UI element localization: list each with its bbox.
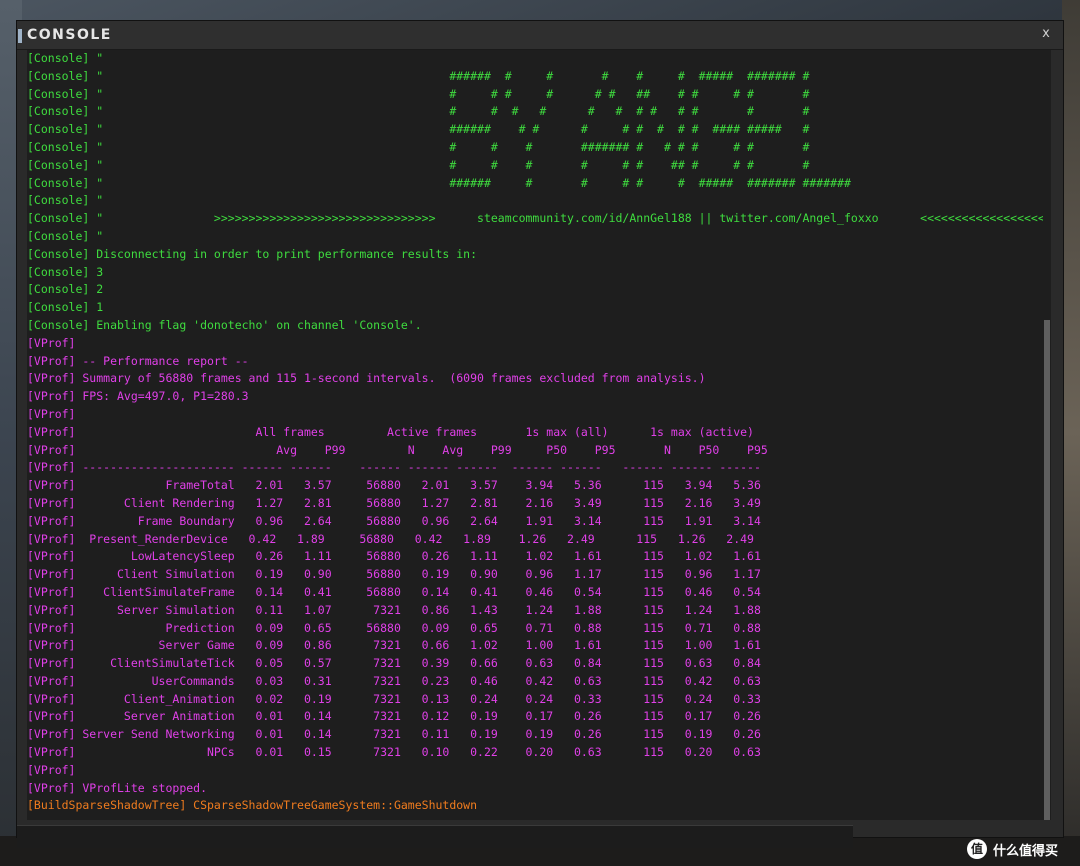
console-line: [VProf] Client_Animation 0.02 0.19 7321 … (27, 691, 761, 706)
console-line: [VProf] UserCommands 0.03 0.31 7321 0.23… (27, 673, 761, 688)
console-log-lines: [Console] " [Console] " ###### # # # # # … (27, 50, 1051, 815)
console-line: [VProf] Avg P99 N Avg P99 P50 P95 N P50 … (27, 442, 768, 457)
console-line: [Console] " ###### # # # # # ##### #####… (27, 68, 810, 83)
console-line: [VProf] Server Simulation 0.11 1.07 7321… (27, 602, 761, 617)
console-line: [VProf] (27, 406, 76, 421)
console-scrollbar-thumb[interactable] (1044, 320, 1050, 820)
console-line: [VProf] ---------------------- ------ --… (27, 460, 761, 475)
console-line: [VProf] Client Rendering 1.27 2.81 56880… (27, 495, 761, 510)
console-line: [Console] 2 (27, 282, 104, 297)
console-line: [VProf] -- Performance report -- (27, 353, 249, 368)
console-line: [VProf] Present_RenderDevice 0.42 1.89 5… (27, 531, 754, 546)
console-line: [Console] " >>>>>>>>>>>>>>>>>>>>>>>>>>>>… (27, 211, 1051, 226)
console-line: [VProf] All frames Active frames 1s max … (27, 424, 754, 439)
console-line: [VProf] ClientSimulateFrame 0.14 0.41 56… (27, 584, 761, 599)
console-line: [Console] Enabling flag 'donotecho' on c… (27, 317, 422, 332)
console-title: CONSOLE (27, 27, 112, 43)
console-window: CONSOLE x [Console] " [Console] " ###### … (16, 20, 1064, 848)
console-line: [VProf] Client Simulation 0.19 0.90 5688… (27, 567, 761, 582)
console-line: [VProf] LowLatencySleep 0.26 1.11 56880 … (27, 549, 761, 564)
console-line: [VProf] NPCs 0.01 0.15 7321 0.10 0.22 0.… (27, 745, 761, 760)
watermark-text: 什么值得买 (992, 843, 1058, 859)
console-line: [Console] " (27, 228, 104, 243)
console-line: [Console] Disconnecting in order to prin… (27, 246, 478, 261)
title-accent-icon (18, 29, 22, 43)
background-right-edge (1062, 0, 1080, 866)
console-line: [VProf] Prediction 0.09 0.65 56880 0.09 … (27, 620, 761, 635)
console-line: [VProf] Server Game 0.09 0.86 7321 0.66 … (27, 638, 761, 653)
console-line: [Console] " (27, 51, 104, 65)
console-line: [Console] 3 (27, 264, 104, 279)
close-icon[interactable]: x (1037, 25, 1055, 43)
console-line: [Console] " # # # # # # ## # # # # # (27, 86, 810, 101)
console-titlebar[interactable]: CONSOLE x (17, 21, 1063, 50)
console-line: [VProf] (27, 335, 76, 350)
console-line: [BuildSparseShadowTree] CSparseShadowTre… (27, 798, 478, 813)
console-input-bar (17, 825, 853, 848)
console-line: [Console] " # # # # # # # # # # # # (27, 104, 810, 119)
watermark: 值 什么值得买 (966, 838, 1058, 860)
console-log: [Console] " [Console] " ###### # # # # # … (27, 50, 1051, 820)
console-line: [VProf] Server Animation 0.01 0.14 7321 … (27, 709, 761, 724)
console-line: [VProf] Summary of 56880 frames and 115 … (27, 371, 706, 386)
console-line: [VProf] Server Send Networking 0.01 0.14… (27, 727, 761, 742)
console-line: [Console] 1 (27, 300, 104, 315)
console-line: [Console] " # # # ####### # # # # # # # (27, 139, 810, 154)
console-line: [VProf] VProfLite stopped. (27, 780, 208, 795)
console-line: [VProf] FrameTotal 2.01 3.57 56880 2.01 … (27, 478, 761, 493)
console-line: [VProf] ClientSimulateTick 0.05 0.57 732… (27, 656, 761, 671)
console-line: [Console] " ###### # # # # # ##### #####… (27, 175, 851, 190)
console-input[interactable] (23, 829, 847, 847)
console-line: [Console] " # # # # # # ## # # # # (27, 157, 810, 172)
console-line: [Console] " (27, 193, 104, 208)
console-line: [VProf] (27, 762, 76, 777)
watermark-logo-icon: 值 (966, 839, 987, 859)
console-line: [Console] " ###### # # # # # # # # #### … (27, 122, 810, 137)
console-line: [VProf] Frame Boundary 0.96 2.64 56880 0… (27, 513, 761, 528)
console-line: [VProf] FPS: Avg=497.0, P1=280.3 (27, 389, 249, 404)
console-scrollbar[interactable] (1043, 50, 1051, 820)
